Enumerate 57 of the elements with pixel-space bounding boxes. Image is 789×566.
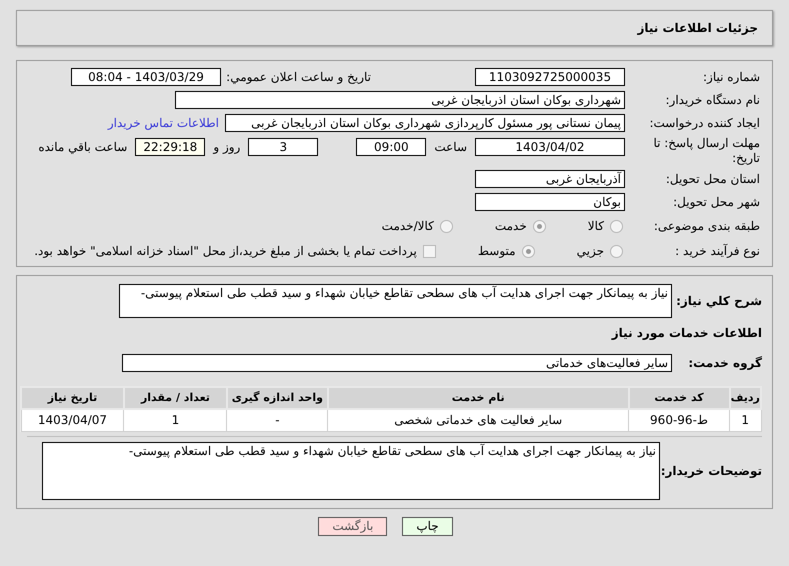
radio-label: خدمت [494, 218, 527, 235]
field-label: نوع فرآیند خرید : [674, 244, 760, 258]
field-label: تاریخ و ساعت اعلان عمومي: [225, 70, 371, 84]
days-label: روز و [213, 139, 240, 156]
text-field[interactable]: 22:29:18 [135, 138, 206, 156]
field-label: گروه خدمت: [687, 355, 762, 372]
text-field[interactable]: 1403/03/29 - 08:04 [71, 68, 221, 86]
column-header: ردیف [730, 387, 761, 409]
field-label: توضیحات خریدار: [660, 462, 762, 480]
text-field[interactable]: پیمان نستانی پور مسئول کارپردازی شهرداری بوکان استان اذربایجان غربی [225, 114, 625, 132]
time-label: ساعت [434, 139, 467, 156]
page-title: جزئیات اطلاعات نیاز [637, 20, 758, 37]
table-cell: ط-96-960 [628, 409, 730, 431]
section-heading: اطلاعات خدمات مورد نیاز [610, 325, 762, 342]
checkbox-label: پرداخت تمام یا بخشی از مبلغ خرید،از محل "اسناد خزانه اسلامی" خواهد بود. [34, 243, 417, 260]
text-field[interactable]: آذربایجان غربی [475, 170, 625, 188]
text-field[interactable]: 1103092725000035 [475, 68, 625, 86]
field-label: استان محل تحویل: [664, 172, 760, 186]
field-label: طبقه بندی موضوعی: [652, 218, 760, 234]
column-header: کد خدمت [628, 387, 730, 409]
radio-button[interactable] [532, 220, 546, 232]
field-label: شرح کلي نیاز: [675, 293, 762, 310]
radio-label: متوسط [478, 243, 516, 260]
field-label: ایجاد کننده درخواست: [648, 116, 760, 130]
radio-button[interactable] [610, 220, 623, 232]
text-area[interactable]: نیاز به پیمانکار جهت اجرای هدایت آب های سطحی تقاطع خیابان شهداء و سید قطب طی استعلام پیوستی- [42, 442, 660, 500]
checkbox[interactable] [422, 244, 436, 258]
text-field[interactable]: سایر فعالیت‌های خدماتی [122, 354, 672, 372]
table-cell: 1 [124, 409, 227, 431]
column-header: نام خدمت [328, 387, 629, 409]
text-field[interactable]: بوکان [475, 193, 625, 211]
text-field[interactable]: شهرداری بوکان استان اذربایجان غربی [175, 91, 625, 109]
field-label: نام دستگاه خریدار: [664, 92, 760, 108]
table-cell: 1403/04/07 [21, 409, 124, 431]
remaining-label: ساعت باقي مانده [38, 139, 128, 156]
text-field[interactable]: 1403/04/02 [475, 138, 625, 156]
field-label: شهر محل تحویل: [672, 194, 760, 210]
column-header: تاریخ نیاز [21, 387, 124, 409]
radio-button[interactable] [522, 244, 535, 258]
back-button[interactable]: بازگشت [318, 516, 388, 536]
field-label: مهلت ارسال پاسخ: تا تاریخ: [652, 136, 760, 166]
print-button[interactable]: چاپ [402, 516, 453, 536]
field-label: شماره نیاز: [702, 70, 760, 84]
table-cell: - [226, 409, 328, 431]
table-cell: 1 [730, 409, 761, 431]
radio-label: کالا [588, 218, 604, 235]
text-field[interactable]: 3 [248, 138, 318, 156]
text-area[interactable]: نیاز به پیمانکار جهت اجرای هدایت آب های سطحی تقاطع خیابان شهداء و سید قطب طی استعلام پیوستی- [119, 284, 672, 318]
radio-button[interactable] [440, 220, 453, 232]
radio-label: جزیي [576, 243, 604, 260]
column-header: تعداد / مقدار [124, 387, 227, 409]
radio-button[interactable] [610, 244, 623, 258]
table-cell: سایر فعالیت های خدماتی شخصی [328, 409, 629, 431]
buyer-contact-link[interactable]: اطلاعات تماس خریدار [108, 114, 219, 132]
column-header: واحد اندازه گیری [226, 387, 328, 409]
text-field[interactable]: 09:00 [356, 138, 426, 156]
radio-label: کالا/خدمت [382, 218, 434, 235]
